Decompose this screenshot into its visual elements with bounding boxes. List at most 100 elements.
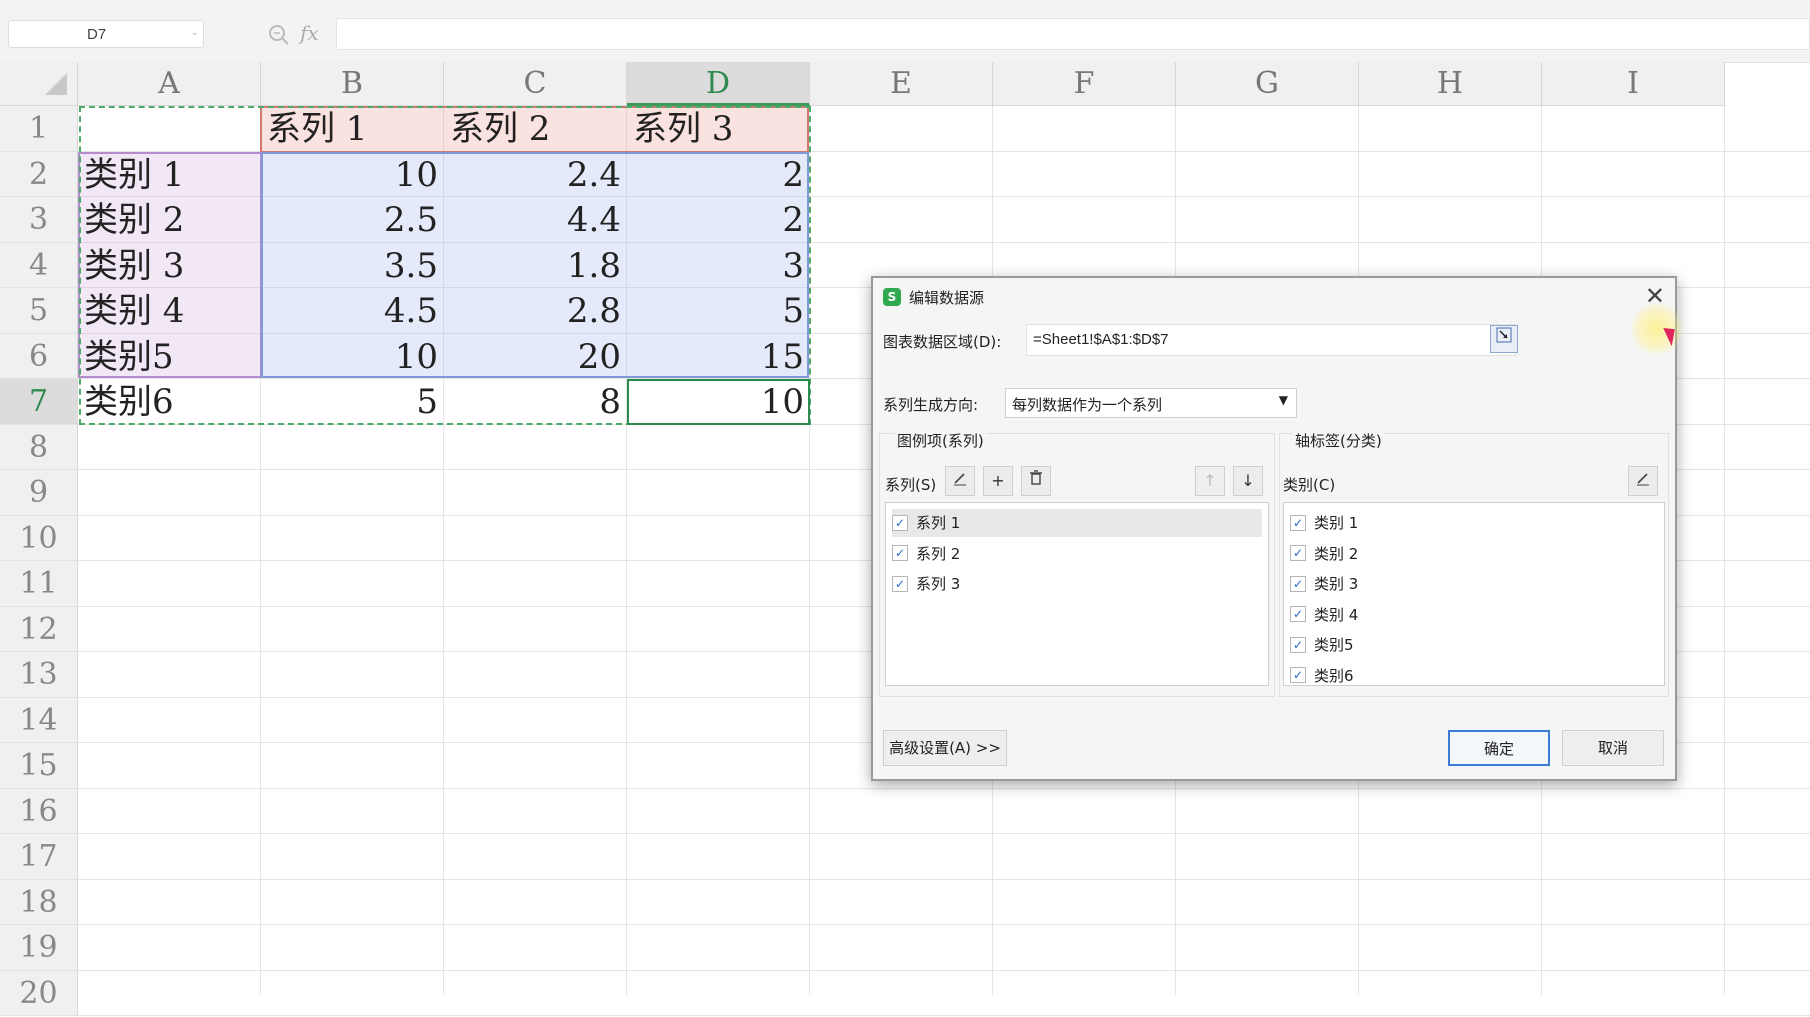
checkbox-checked-icon[interactable]: ✓ (892, 545, 908, 561)
category-item-label: 类别 4 (1314, 605, 1359, 624)
column-header-h[interactable]: H (1359, 62, 1542, 106)
grid-line (78, 833, 1810, 834)
select-all-corner[interactable] (0, 62, 78, 106)
pencil-icon (1637, 473, 1649, 486)
category-label: 类别(C) (1283, 476, 1336, 494)
axis-group-title: 轴标签(分类) (1293, 430, 1384, 451)
series-list-item[interactable]: ✓ 系列 3 (892, 570, 1262, 598)
category-list-item[interactable]: ✓ 类别5 (1290, 631, 1658, 659)
row-header-1[interactable]: 1 (0, 106, 78, 152)
category-item-label: 类别6 (1314, 666, 1354, 685)
row-header-16[interactable]: 16 (0, 788, 78, 834)
cursor-highlight (1630, 302, 1684, 356)
column-header-d[interactable]: D (627, 62, 810, 106)
column-header-g[interactable]: G (1176, 62, 1359, 106)
copy-range-marquee (79, 106, 811, 425)
row-header-15[interactable]: 15 (0, 743, 78, 789)
category-list-item[interactable]: ✓ 类别 1 (1290, 509, 1658, 537)
trash-icon (1030, 470, 1042, 485)
grid-line (78, 924, 1810, 925)
cancel-button[interactable]: 取消 (1562, 730, 1664, 766)
row-header-3[interactable]: 3 (0, 197, 78, 243)
series-item-label: 系列 2 (916, 544, 961, 563)
series-list[interactable]: ✓ 系列 1 ✓ 系列 2 ✓ 系列 3 (885, 502, 1269, 686)
direction-select[interactable]: 每列数据作为一个系列 ▼ (1005, 388, 1297, 418)
column-header-c[interactable]: C (444, 62, 627, 106)
checkbox-checked-icon[interactable]: ✓ (1290, 606, 1306, 622)
direction-value: 每列数据作为一个系列 (1012, 396, 1163, 414)
row-header-11[interactable]: 11 (0, 561, 78, 607)
column-header-f[interactable]: F (993, 62, 1176, 106)
grid-line (1724, 106, 1725, 995)
category-list-item[interactable]: ✓ 类别 3 (1290, 570, 1658, 598)
row-header-2[interactable]: 2 (0, 151, 78, 197)
arrow-up-icon: ↑ (1203, 471, 1217, 490)
pencil-icon (954, 473, 966, 486)
wps-logo-icon: S (883, 288, 901, 306)
row-header-10[interactable]: 10 (0, 515, 78, 561)
series-item-label: 系列 1 (916, 514, 961, 532)
column-header-e[interactable]: E (810, 62, 993, 106)
row-header-20[interactable]: 20 (0, 970, 78, 1016)
move-up-button[interactable]: ↑ (1195, 466, 1225, 496)
checkbox-checked-icon[interactable]: ✓ (892, 575, 908, 592)
range-label: 图表数据区域(D): (883, 333, 1002, 351)
category-list-item[interactable]: ✓ 类别 4 (1290, 601, 1658, 629)
row-header-9[interactable]: 9 (0, 470, 78, 516)
move-down-button[interactable]: ↓ (1233, 466, 1263, 496)
ok-button[interactable]: 确定 (1448, 730, 1550, 766)
zoom-icon[interactable] (266, 20, 292, 48)
formula-input[interactable] (336, 18, 1810, 50)
checkbox-checked-icon[interactable]: ✓ (1290, 575, 1306, 592)
name-box-dropdown-icon[interactable]: ⌄ (191, 27, 199, 38)
legend-group-title: 图例项(系列) (895, 430, 986, 451)
range-input[interactable]: =Sheet1!$A$1:$D$7 (1026, 324, 1516, 356)
row-header-13[interactable]: 13 (0, 652, 78, 698)
row-header-7[interactable]: 7 (0, 379, 78, 425)
column-header-a[interactable]: A (78, 62, 261, 106)
edit-data-source-dialog: S 编辑数据源 ✕ 图表数据区域(D): =Sheet1!$A$1:$D$7 系… (871, 276, 1677, 781)
column-header-i[interactable]: I (1542, 62, 1725, 106)
row-header-14[interactable]: 14 (0, 697, 78, 743)
arrow-down-icon: ↓ (1241, 471, 1255, 490)
row-header-5[interactable]: 5 (0, 288, 78, 334)
checkbox-checked-icon[interactable]: ✓ (1290, 636, 1306, 653)
edit-category-button[interactable] (1628, 466, 1658, 496)
fx-icon[interactable]: fx (300, 21, 319, 45)
name-box[interactable]: D7 ⌄ (8, 20, 204, 48)
category-list[interactable]: ✓ 类别 1 ✓ 类别 2 ✓ 类别 3 ✓ 类别 4 ✓ 类别5 ✓ 类别6 (1283, 502, 1665, 686)
chevron-down-icon: ▼ (1278, 393, 1288, 407)
row-header-8[interactable]: 8 (0, 424, 78, 470)
series-list-item[interactable]: ✓ 系列 1 (892, 509, 1262, 537)
category-list-item[interactable]: ✓ 类别 2 (1290, 540, 1658, 568)
checkbox-checked-icon[interactable]: ✓ (1290, 545, 1306, 561)
row-header-4[interactable]: 4 (0, 242, 78, 288)
category-item-label: 类别 2 (1314, 544, 1359, 563)
delete-series-button[interactable] (1021, 466, 1051, 496)
dialog-title: 编辑数据源 (909, 289, 985, 307)
dialog-title-bar[interactable]: S 编辑数据源 ✕ (873, 278, 1675, 314)
checkbox-checked-icon[interactable]: ✓ (1290, 667, 1306, 683)
column-header-b[interactable]: B (261, 62, 444, 106)
active-cell[interactable] (627, 379, 810, 425)
edit-series-button[interactable] (945, 466, 975, 496)
direction-label: 系列生成方向: (883, 396, 979, 414)
grid-line (78, 787, 1810, 789)
plus-icon: + (991, 471, 1005, 490)
row-header-19[interactable]: 19 (0, 925, 78, 971)
row-header-18[interactable]: 18 (0, 879, 78, 925)
grid-line (78, 1015, 1810, 1016)
row-header-17[interactable]: 17 (0, 834, 78, 880)
formula-bar: D7 ⌄ fx (0, 0, 1810, 63)
category-item-label: 类别 1 (1314, 514, 1359, 532)
category-list-item[interactable]: ✓ 类别6 (1290, 662, 1658, 690)
advanced-settings-button[interactable]: 高级设置(A) >> (883, 730, 1007, 766)
add-series-button[interactable]: + (983, 466, 1013, 496)
row-header-6[interactable]: 6 (0, 333, 78, 379)
range-collapse-button[interactable] (1490, 325, 1518, 353)
checkbox-checked-icon[interactable]: ✓ (892, 514, 908, 531)
grid-line (78, 969, 1810, 971)
series-list-item[interactable]: ✓ 系列 2 (892, 540, 1262, 568)
checkbox-checked-icon[interactable]: ✓ (1290, 514, 1306, 531)
row-header-12[interactable]: 12 (0, 606, 78, 652)
